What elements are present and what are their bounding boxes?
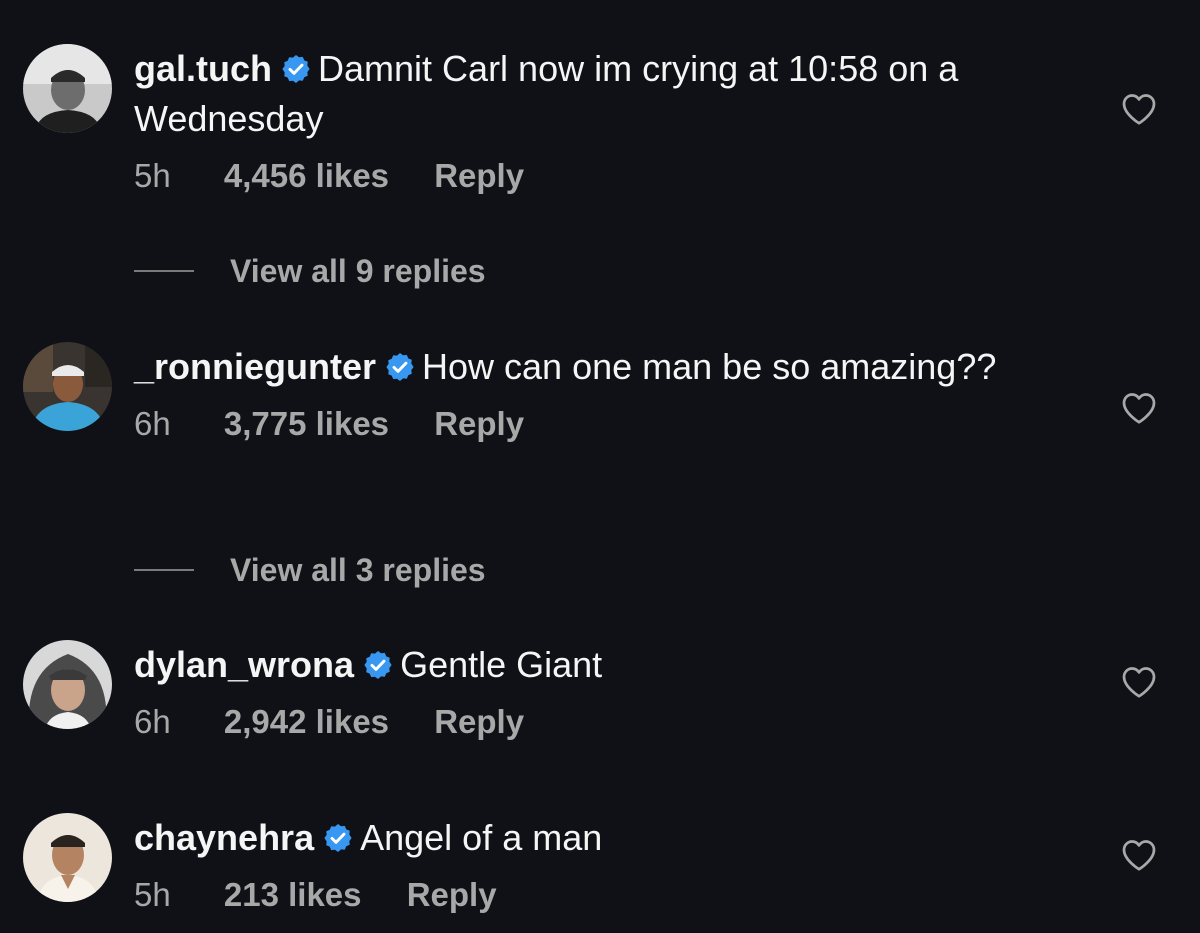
replies-divider [134, 270, 194, 272]
avatar-image [23, 342, 112, 431]
view-replies-button[interactable]: View all 3 replies [134, 550, 486, 590]
avatar[interactable] [23, 342, 112, 431]
heart-icon[interactable] [1121, 391, 1157, 425]
replies-divider [134, 569, 194, 571]
comment-meta: 5h 4,456 likes Reply [134, 156, 1094, 196]
comment-username[interactable]: dylan_wrona [134, 644, 354, 685]
comment-time: 6h [134, 405, 171, 442]
view-replies-button[interactable]: View all 9 replies [134, 251, 486, 291]
comment-likes[interactable]: 4,456 likes [224, 156, 389, 196]
view-replies-label: View all 9 replies [230, 252, 486, 289]
verified-badge-icon [384, 346, 416, 381]
comment-username[interactable]: gal.tuch [134, 48, 272, 89]
heart-icon[interactable] [1121, 838, 1157, 872]
avatar[interactable] [23, 640, 112, 729]
comment-likes[interactable]: 213 likes [224, 875, 362, 915]
comment-meta: 6h 3,775 likes Reply [134, 404, 1094, 444]
comment-text-block: chaynehra Angel of a man [134, 813, 1094, 863]
avatar[interactable] [23, 44, 112, 133]
view-replies-label: View all 3 replies [230, 551, 486, 588]
heart-icon[interactable] [1121, 665, 1157, 699]
reply-button[interactable]: Reply [434, 156, 524, 196]
comment-text-block: dylan_wrona Gentle Giant [134, 640, 1094, 690]
comment-meta: 6h 2,942 likes Reply [134, 702, 1094, 742]
verified-badge-icon [322, 817, 354, 852]
comment-likes[interactable]: 2,942 likes [224, 702, 389, 742]
comment-body: Angel of a man [360, 817, 603, 858]
heart-icon[interactable] [1121, 92, 1157, 126]
comment-text-block: _ronniegunter How can one man be so amazi… [134, 342, 1094, 392]
comment-body: How can one man be so amazing?? [422, 346, 997, 387]
comment-body: Gentle Giant [400, 644, 603, 685]
comment-username[interactable]: chaynehra [134, 817, 314, 858]
avatar[interactable] [23, 813, 112, 902]
reply-button[interactable]: Reply [407, 875, 497, 915]
comment-time: 5h [134, 876, 171, 913]
avatar-image [23, 44, 112, 133]
comment-text-block: gal.tuch Damnit Carl now im crying at 10:… [134, 44, 1094, 144]
comment-username[interactable]: _ronniegunter [134, 346, 376, 387]
reply-button[interactable]: Reply [434, 404, 524, 444]
reply-button[interactable]: Reply [434, 702, 524, 742]
verified-badge-icon [280, 48, 312, 83]
verified-badge-icon [362, 644, 394, 679]
comment-time: 6h [134, 703, 171, 740]
comment-time: 5h [134, 157, 171, 194]
avatar-image [23, 640, 112, 729]
avatar-image [23, 813, 112, 902]
comment-likes[interactable]: 3,775 likes [224, 404, 389, 444]
comment-meta: 5h 213 likes Reply [134, 875, 1094, 915]
